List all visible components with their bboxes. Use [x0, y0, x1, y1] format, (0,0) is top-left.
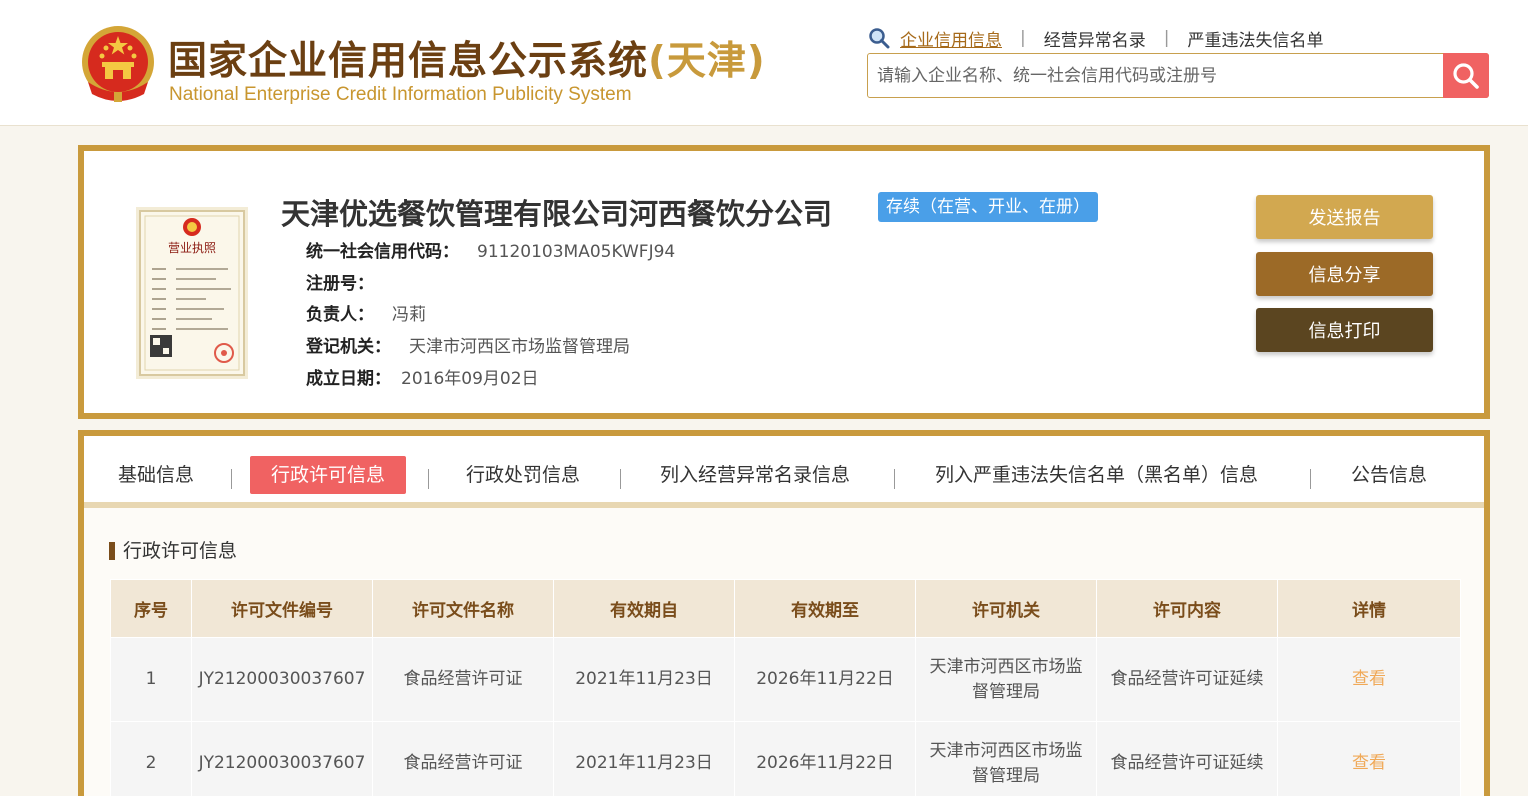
link-separator: |: [1163, 28, 1170, 48]
site-title-region: (天津): [648, 39, 766, 84]
table-cell: 2021年11月23日: [553, 637, 735, 722]
table-cell: 食品经营许可证延续: [1096, 637, 1278, 722]
company-summary-card: 营业执照 天津优选餐饮管理有限公司河西餐饮分公司 存续（在营、开业、在册） 统一…: [78, 145, 1490, 419]
tab-separator: [428, 469, 429, 489]
column-header: 许可文件编号: [191, 579, 373, 638]
detail-content-card: 基础信息 行政许可信息 行政处罚信息 列入经营异常名录信息 列入严重违法失信名单…: [78, 430, 1490, 796]
table-row: 2 JY21200030037607 食品经营许可证 2021年11月23日 2…: [110, 721, 1461, 796]
site-title-main: 国家企业信用信息公示系统: [168, 39, 649, 84]
permit-table: 序号 许可文件编号 许可文件名称 有效期自 有效期至 许可机关 许可内容 详情 …: [110, 579, 1461, 796]
column-header: 许可机关: [915, 579, 1097, 638]
tab-announcement[interactable]: 公告信息: [1351, 456, 1427, 494]
share-info-button[interactable]: 信息分享: [1256, 252, 1433, 296]
table-cell: 天津市河西区市场监督管理局: [915, 721, 1097, 796]
info-registration-number: 注册号：: [306, 269, 392, 294]
table-header-row: 序号 许可文件编号 许可文件名称 有效期自 有效期至 许可机关 许可内容 详情: [110, 579, 1461, 638]
table-cell: 1: [110, 637, 192, 722]
info-value: 天津市河西区市场监督管理局: [409, 337, 630, 357]
table-cell: 天津市河西区市场监督管理局: [915, 637, 1097, 722]
table-cell: JY21200030037607: [191, 721, 373, 796]
license-image-title: 营业执照: [168, 241, 216, 255]
info-registration-authority: 登记机关： 天津市河西区市场监督管理局: [306, 332, 630, 357]
info-label: 负责人：: [306, 305, 374, 325]
column-header: 有效期至: [734, 579, 916, 638]
column-header: 许可内容: [1096, 579, 1278, 638]
column-header: 详情: [1277, 579, 1461, 638]
national-emblem-icon: [82, 26, 154, 102]
view-detail-link[interactable]: 查看: [1352, 753, 1386, 773]
table-cell: 查看: [1277, 637, 1461, 722]
table-cell: 2026年11月22日: [734, 721, 916, 796]
magnifier-icon: [869, 28, 890, 49]
info-person-in-charge: 负责人： 冯莉: [306, 300, 426, 325]
status-badge: 存续（在营、开业、在册）: [878, 192, 1098, 222]
table-cell: 查看: [1277, 721, 1461, 796]
site-title: 国家企业信用信息公示系统(天津): [168, 30, 766, 86]
link-separator: |: [1020, 28, 1026, 48]
section-title: 行政许可信息: [109, 540, 237, 562]
search-button[interactable]: [1443, 53, 1489, 98]
info-label: 注册号：: [306, 274, 374, 294]
tab-separator: [894, 469, 895, 489]
view-detail-link[interactable]: 查看: [1352, 669, 1386, 689]
column-header: 序号: [110, 579, 192, 638]
tab-separator: [1310, 469, 1311, 489]
table-cell: 2021年11月23日: [553, 721, 735, 796]
site-header: 国家企业信用信息公示系统(天津) National Enterprise Cre…: [0, 0, 1528, 126]
link-enterprise-credit-info[interactable]: 企业信用信息: [900, 26, 1002, 51]
info-establishment-date: 成立日期： 2016年09月02日: [306, 364, 539, 389]
tab-administrative-license[interactable]: 行政许可信息: [250, 456, 407, 494]
link-abnormal-operation-list[interactable]: 经营异常名录: [1044, 26, 1146, 51]
tab-administrative-penalty[interactable]: 行政处罚信息: [466, 456, 580, 494]
info-label: 统一社会信用代码：: [306, 242, 459, 262]
info-credit-code: 统一社会信用代码： 91120103MA05KWFJ94: [306, 237, 675, 262]
table-row: 1 JY21200030037607 食品经营许可证 2021年11月23日 2…: [110, 637, 1461, 722]
table-cell: 2026年11月22日: [734, 637, 916, 722]
info-label: 登记机关：: [306, 337, 391, 357]
info-value: 冯莉: [392, 305, 426, 325]
table-cell: 食品经营许可证: [372, 637, 554, 722]
top-nav-links: 企业信用信息 | 经营异常名录 | 严重违法失信名单: [868, 26, 1323, 51]
tab-separator: [231, 469, 232, 489]
info-value: 2016年09月02日: [401, 369, 539, 389]
link-serious-violation-list[interactable]: 严重违法失信名单: [1187, 26, 1323, 51]
tab-blacklist[interactable]: 列入严重违法失信名单（黑名单）信息: [935, 456, 1258, 494]
column-header: 许可文件名称: [372, 579, 554, 638]
print-info-button[interactable]: 信息打印: [1256, 308, 1433, 352]
tab-abnormal-operation[interactable]: 列入经营异常名录信息: [660, 456, 850, 494]
tab-separator: [620, 469, 621, 489]
table-cell: JY21200030037607: [191, 637, 373, 722]
site-subtitle: National Enterprise Credit Information P…: [169, 84, 632, 105]
business-license-image[interactable]: 营业执照: [136, 207, 248, 379]
tab-basic-info[interactable]: 基础信息: [118, 456, 194, 494]
search-box: [867, 53, 1489, 98]
table-cell: 食品经营许可证: [372, 721, 554, 796]
table-cell: 食品经营许可证延续: [1096, 721, 1278, 796]
table-cell: 2: [110, 721, 192, 796]
search-icon: [1453, 62, 1479, 89]
search-input[interactable]: [868, 54, 1444, 97]
send-report-button[interactable]: 发送报告: [1256, 195, 1433, 239]
info-tabs: 基础信息 行政许可信息 行政处罚信息 列入经营异常名录信息 列入严重违法失信名单…: [84, 436, 1484, 508]
company-name: 天津优选餐饮管理有限公司河西餐饮分公司: [281, 197, 833, 231]
info-label: 成立日期：: [306, 369, 391, 389]
info-value: 91120103MA05KWFJ94: [477, 242, 676, 262]
column-header: 有效期自: [553, 579, 735, 638]
